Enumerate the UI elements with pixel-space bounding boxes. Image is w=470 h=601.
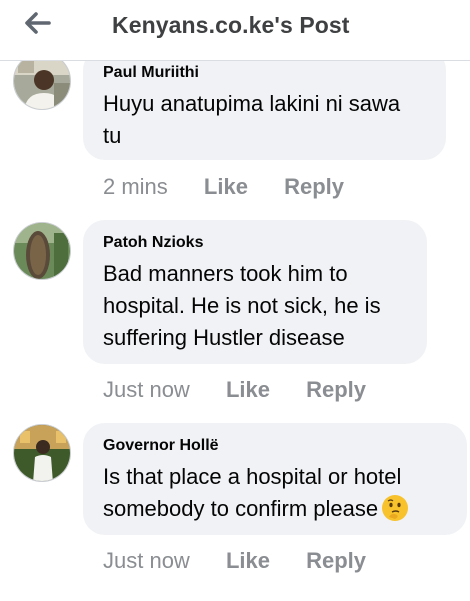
top-bar: Kenyans.co.ke's Post	[0, 0, 470, 61]
comment-bubble[interactable]: Governor Hollë Is that place a hospital …	[83, 423, 467, 535]
comment-author[interactable]: Governor Hollë	[103, 437, 449, 455]
back-arrow-icon	[25, 12, 51, 34]
back-button[interactable]	[18, 6, 58, 40]
like-button[interactable]: Like	[204, 174, 248, 200]
thinking-face-icon	[382, 495, 409, 521]
comment-text: Bad manners took him to hospital. He is …	[103, 261, 381, 350]
comment-author[interactable]: Patoh Nzioks	[103, 234, 409, 252]
comment-timestamp: Just now	[103, 548, 190, 573]
page-title: Kenyans.co.ke's Post	[112, 12, 350, 38]
comment-text: Huyu anatupima lakini ni sawa tu	[103, 91, 401, 148]
comment-bubble[interactable]: Paul Muriithi Huyu anatupima lakini ni s…	[83, 48, 446, 160]
comment-bubble[interactable]: Patoh Nzioks Bad manners took him to hos…	[83, 220, 427, 364]
comment-author[interactable]: Paul Muriithi	[103, 64, 428, 82]
comment-text: Is that place a hospital or hotel somebo…	[103, 461, 449, 525]
comment-timestamp: Just now	[103, 377, 190, 402]
reply-button[interactable]: Reply	[306, 548, 366, 574]
comment-actions: Just now Like Reply	[103, 377, 366, 403]
comment-actions: 2 mins Like Reply	[103, 174, 344, 200]
comment-actions: Just now Like Reply	[103, 548, 366, 574]
avatar[interactable]	[13, 222, 71, 280]
reply-button[interactable]: Reply	[306, 377, 366, 403]
like-button[interactable]: Like	[226, 377, 270, 403]
like-button[interactable]: Like	[226, 548, 270, 574]
reply-button[interactable]: Reply	[284, 174, 344, 200]
avatar[interactable]	[13, 424, 71, 482]
comment-timestamp: 2 mins	[103, 174, 168, 199]
